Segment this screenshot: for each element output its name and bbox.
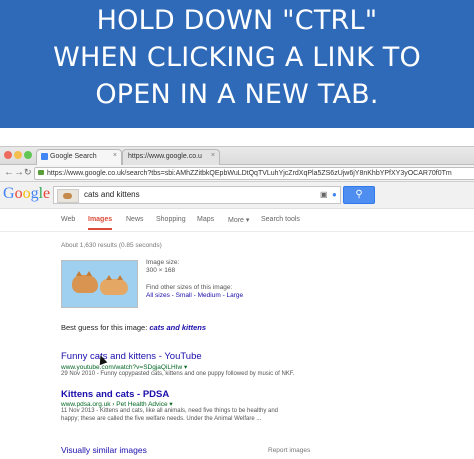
size-links[interactable]: All sizes - Small - Medium - Large [146,292,243,299]
tab-maps[interactable]: Maps [197,216,214,223]
microphone-icon[interactable]: ● [332,190,337,199]
url-text: https://www.google.co.uk/search?tbs=sbi:… [47,170,452,177]
logo-letter: G [3,185,15,202]
kitten-shape [100,279,128,295]
kitten-ear [106,275,112,280]
report-images-link[interactable]: Report images [268,447,310,454]
query-image-preview[interactable] [61,260,138,308]
google-favicon-icon [41,153,48,160]
result-stats: About 1,630 results (0.85 seconds) [61,242,162,249]
kitten-shape [72,275,98,293]
result-title-pdsa[interactable]: Kittens and cats - PDSA [61,389,169,400]
close-tab-icon[interactable]: × [211,152,215,159]
kitten-ear [76,271,82,276]
heading-banner: HOLD DOWN "CTRL" WHEN CLICKING A LINK TO… [0,0,474,128]
browser-window: Google Search × https://www.google.co.u … [0,146,474,459]
best-guess-label: Best guess for this image: [61,323,150,332]
tab-shopping[interactable]: Shopping [156,216,186,223]
magnifier-icon: ⚲ [355,189,363,200]
google-logo[interactable]: Google [3,185,50,203]
banner-line-1: HOLD DOWN "CTRL" [96,5,378,36]
address-bar: ← → ↻ https://www.google.co.uk/search?tb… [0,165,474,182]
best-guess: Best guess for this image: cats and kitt… [61,323,206,332]
kitten-ear [86,271,92,276]
tab-google-new[interactable]: https://www.google.co.u × [122,149,220,165]
result-url-pdsa[interactable]: www.pdsa.org.uk › Pet Health Advice ▾ [61,400,173,408]
result-snippet-pdsa-2: happy; these are called the five welfare… [61,416,262,422]
result-url-youtube[interactable]: www.youtube.com/watch?v=SDgjaQiLHIw ▾ [61,363,187,371]
logo-letter: e [43,185,51,202]
zoom-window-icon[interactable] [24,151,32,159]
back-arrow-icon[interactable]: ← [4,167,14,178]
tab-bar: Google Search × https://www.google.co.u … [0,147,474,165]
reload-icon[interactable]: ↻ [24,167,32,178]
tab-search-tools[interactable]: Search tools [261,216,300,223]
tab-google-search[interactable]: Google Search × [36,149,122,165]
image-size-value: 300 × 168 [146,267,176,274]
result-snippet-youtube: 29 Nov 2010 - Funny copypasted cats, kit… [61,371,295,377]
banner-line-2: WHEN CLICKING A LINK TO [53,42,421,73]
tab-label: https://www.google.co.u [128,153,202,160]
tab-label: Google Search [50,153,97,160]
logo-letter: g [30,185,39,202]
tab-more[interactable]: More ▾ [228,216,249,224]
tab-images[interactable]: Images [88,216,112,223]
active-tab-indicator [88,228,112,230]
other-sizes-label: Find other sizes of this image: [146,284,233,291]
result-title-youtube[interactable]: Funny cats and kittens - YouTube [61,351,202,362]
tab-web[interactable]: Web [61,216,75,223]
banner-line-3: OPEN IN A NEW TAB. [95,79,379,110]
search-nav-tabs: Web Images News Shopping Maps More ▾ Sea… [0,209,474,232]
kitten-ear [117,275,123,280]
image-size-label: Image size: [146,259,180,266]
visually-similar-link[interactable]: Visually similar images [61,445,147,455]
query-image-thumbnail[interactable] [57,189,79,203]
minimize-window-icon[interactable] [14,151,22,159]
close-window-icon[interactable] [4,151,12,159]
result-snippet-pdsa-1: 11 Nov 2013 - Kittens and cats, like all… [61,408,279,414]
lock-icon [38,170,44,175]
search-input[interactable]: cats and kittens ▣ ● [53,186,341,204]
close-tab-icon[interactable]: × [113,152,117,159]
tab-news[interactable]: News [126,216,144,223]
logo-letter: o [22,185,31,202]
forward-arrow-icon[interactable]: → [14,167,24,178]
best-guess-link[interactable]: cats and kittens [149,323,206,332]
google-header: Google cats and kittens ▣ ● ⚲ [0,182,474,209]
camera-icon[interactable]: ▣ [320,190,328,199]
url-field[interactable]: https://www.google.co.uk/search?tbs=sbi:… [34,167,474,180]
logo-letter: o [14,185,23,202]
search-button[interactable]: ⚲ [343,186,375,204]
search-query-text: cats and kittens [84,190,140,199]
